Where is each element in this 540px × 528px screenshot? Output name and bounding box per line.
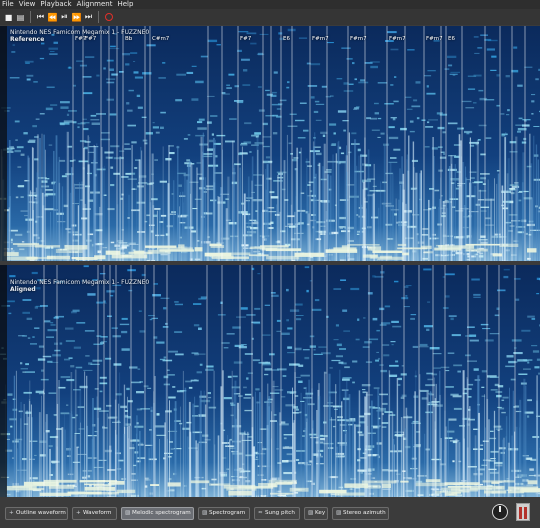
reference-layer-name: Reference (10, 36, 45, 43)
play-pause-icon[interactable]: ⏯ (59, 11, 70, 23)
reference-track-title: Nintendo NES Famicom Megamix 1 - FUZZNE0 (10, 29, 150, 36)
layer-tab-label: Stereo azimuth (343, 510, 386, 516)
level-meter (516, 503, 530, 521)
volume-dial[interactable] (492, 504, 508, 520)
chord-label: F#7 (85, 36, 97, 42)
layer-tab-label: Melodic spectrogram (132, 510, 191, 516)
toolbar-separator (30, 11, 31, 23)
chord-label: F#m7 (426, 36, 443, 42)
layer-icon: + (9, 510, 14, 516)
layer-icon: ≈ (258, 510, 263, 516)
menu-bar: File View Playback Alignment Help (0, 0, 540, 9)
menu-playback[interactable]: Playback (40, 0, 71, 9)
layer-icon: ▨ (336, 510, 342, 516)
chord-label: F#m7 (389, 36, 406, 42)
rewind-icon[interactable]: ⏪ (47, 11, 58, 23)
layer-tab-label: Sung pitch (265, 510, 295, 516)
layer-tab-label: Outline waveform (16, 510, 66, 516)
layer-tab-key[interactable]: ▨ Key (304, 507, 328, 520)
chord-label: F#m7 (312, 36, 329, 42)
layer-tab-melodic-spectrogram[interactable]: ▨ Melodic spectrogram (121, 507, 194, 520)
chord-label: E6 (448, 36, 455, 42)
pane-left-edge (0, 265, 7, 497)
open-file-icon[interactable]: ▤ (15, 11, 26, 23)
pane-left-edge (0, 26, 7, 261)
layer-tab-outline-waveform[interactable]: + Outline waveform (5, 507, 68, 520)
toolbar-separator (98, 11, 99, 23)
layer-tab-sung-pitch[interactable]: ≈ Sung pitch (254, 507, 300, 520)
spectrogram-texture (0, 26, 540, 261)
layer-tab-spectrogram[interactable]: ▨ Spectrogram (198, 507, 250, 520)
layer-tab-label: Key (315, 510, 326, 516)
chord-label: E6 (283, 36, 290, 42)
menu-view[interactable]: View (19, 0, 36, 9)
layer-icon: ▨ (125, 510, 131, 516)
layer-tab-label: Waveform (83, 510, 112, 516)
forward-end-icon[interactable]: ⏭ (83, 11, 94, 23)
layer-tab-label: Spectrogram (209, 510, 246, 516)
chord-label: Bb (125, 36, 133, 42)
layer-icon: + (76, 510, 81, 516)
menu-file[interactable]: File (2, 0, 14, 9)
new-file-icon[interactable]: ■ (3, 11, 14, 23)
chord-label: F#7 (240, 36, 252, 42)
chord-label: C#m7 (152, 36, 170, 42)
reference-spectrogram-pane[interactable]: Nintendo NES Famicom Megamix 1 - FUZZNE0… (0, 26, 540, 261)
layer-tab-stereo-azimuth[interactable]: ▨ Stereo azimuth (332, 507, 389, 520)
layer-tab-waveform[interactable]: + Waveform (72, 507, 117, 520)
chord-label: F#m7 (350, 36, 367, 42)
aligned-spectrogram-pane[interactable]: Nintendo NES Famicom Megamix 1 - FUZZNE0… (0, 265, 540, 497)
toolbar: ■ ▤ ⏮ ⏪ ⏯ ⏩ ⏭ (0, 9, 540, 25)
layer-icon: ▨ (308, 510, 314, 516)
menu-help[interactable]: Help (117, 0, 133, 9)
menu-alignment[interactable]: Alignment (77, 0, 113, 9)
fast-forward-icon[interactable]: ⏩ (71, 11, 82, 23)
aligned-layer-name: Aligned (10, 286, 36, 293)
layer-tab-bar: + Outline waveform + Waveform ▨ Melodic spect… (0, 500, 540, 528)
aligned-track-title: Nintendo NES Famicom Megamix 1 - FUZZNE0 (10, 279, 150, 286)
layer-icon: ▨ (202, 510, 208, 516)
spectrogram-texture (0, 265, 540, 497)
rewind-start-icon[interactable]: ⏮ (35, 11, 46, 23)
record-icon[interactable] (103, 11, 114, 23)
aligned-pane-label: Nintendo NES Famicom Megamix 1 - FUZZNE0… (10, 279, 149, 293)
